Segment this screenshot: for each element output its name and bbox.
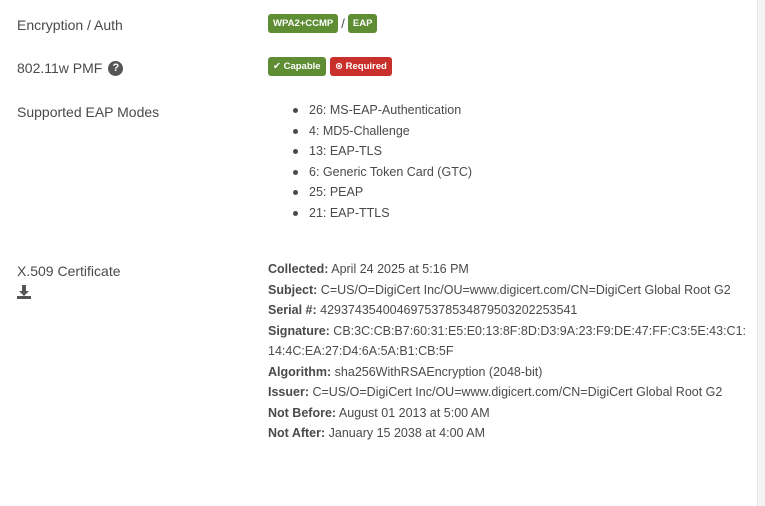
list-item: 21: EAP-TTLS: [288, 203, 472, 224]
cert-field-not-before: Not Before: August 01 2013 at 5:00 AM: [268, 405, 490, 420]
wpa2-ccmp-badge: WPA2+CCMP: [268, 14, 339, 33]
list-item: 6: Generic Token Card (GTC): [288, 162, 472, 183]
cert-field-issuer: Issuer: C=US/O=DigiCert Inc/OU=www.digic…: [268, 385, 723, 399]
list-item: 25: PEAP: [288, 182, 472, 203]
check-icon: ✔: [273, 61, 281, 72]
cert-field-algorithm: Algorithm: sha256WithRSAEncryption (2048…: [268, 364, 543, 379]
cert-field-signature: Signature: CB:3C:CB:B7:60:31:E5:E0:13:8F…: [268, 323, 747, 359]
capable-badge: ✔ Capable: [268, 57, 326, 76]
cert-field-serial: Serial #: 429374354004697537853487950320…: [268, 303, 578, 317]
capable-label: Capable: [283, 61, 321, 72]
list-item: 13: EAP-TLS: [288, 141, 472, 162]
encryption-label: Encryption / Auth: [17, 17, 123, 33]
certificate-details: Collected: April 24 2025 at 5:16 PM Subj…: [268, 259, 748, 444]
cert-field-not-after: Not After: January 15 2038 at 4:00 AM: [268, 426, 486, 440]
pmf-label: 802.11w PMF: [17, 60, 103, 76]
x-circle-icon: ⊗: [335, 61, 343, 72]
download-icon[interactable]: [17, 285, 31, 299]
pmf-label-wrap: 802.11w PMF ?: [17, 60, 124, 76]
certificate-label: X.509 Certificate: [17, 263, 121, 279]
list-item: 26: MS-EAP-Authentication: [288, 100, 472, 121]
pmf-value: ✔ Capable ⊗ Required: [268, 57, 392, 76]
cert-field-subject: Subject: C=US/O=DigiCert Inc/OU=www.digi…: [268, 282, 731, 297]
eap-modes-value: 26: MS-EAP-Authentication 4: MD5-Challen…: [288, 100, 472, 223]
encryption-value: WPA2+CCMP / EAP: [268, 14, 378, 33]
eap-badge: EAP: [347, 14, 378, 33]
question-circle-icon[interactable]: ?: [108, 60, 124, 76]
certificate-label-wrap: X.509 Certificate: [17, 263, 121, 299]
eap-modes-label: Supported EAP Modes: [17, 104, 160, 120]
badge-separator: /: [341, 16, 345, 31]
eap-modes-list: 26: MS-EAP-Authentication 4: MD5-Challen…: [288, 100, 472, 223]
cert-field-collected: Collected: April 24 2025 at 5:16 PM: [268, 262, 469, 276]
required-label: Required: [345, 61, 387, 72]
list-item: 4: MD5-Challenge: [288, 121, 472, 142]
scrollbar[interactable]: [757, 0, 765, 506]
required-badge: ⊗ Required: [330, 57, 392, 76]
